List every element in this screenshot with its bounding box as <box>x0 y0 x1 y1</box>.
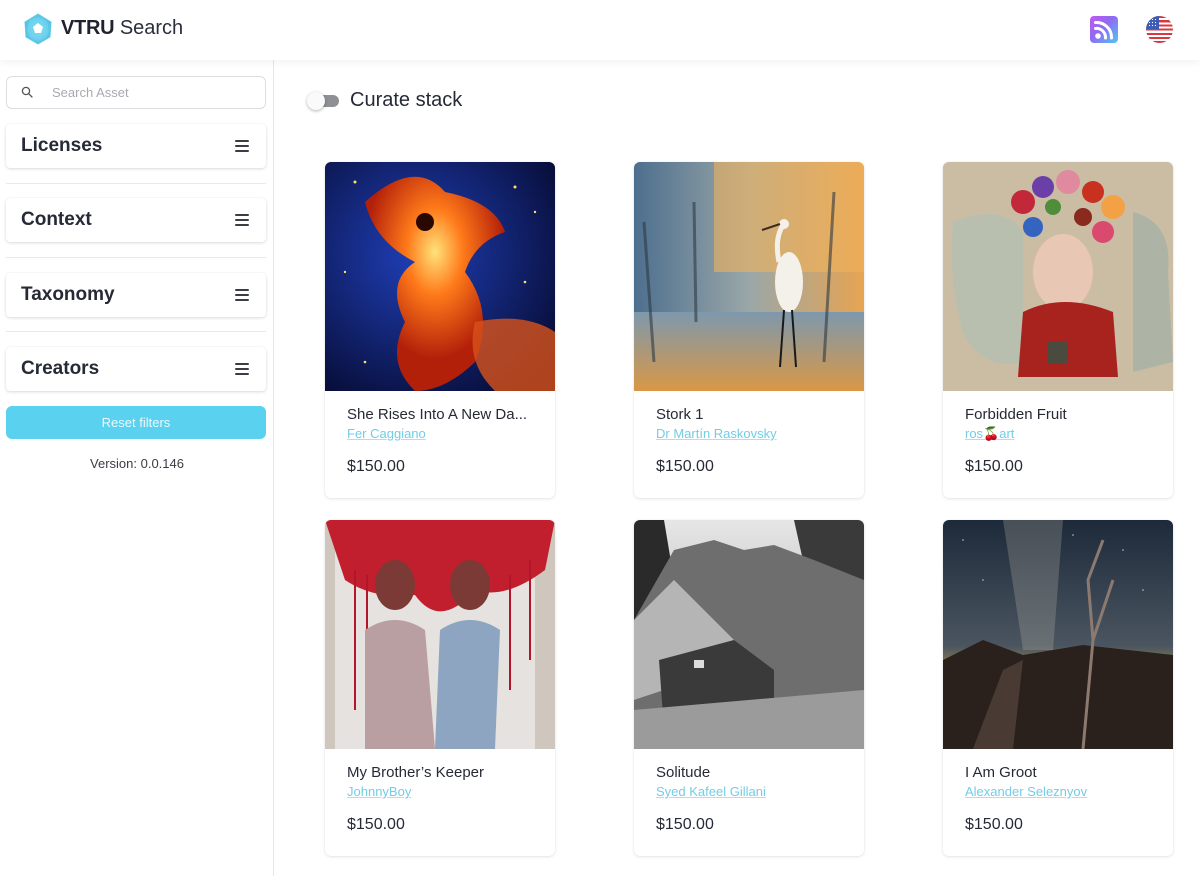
asset-title[interactable]: I Am Groot <box>965 764 1155 781</box>
filter-label: Creators <box>21 358 100 379</box>
creator-link[interactable]: Fer Caggiano <box>347 426 426 441</box>
divider <box>6 331 266 332</box>
app-header: VTRU Search <box>0 0 1200 60</box>
asset-price: $150.00 <box>347 458 405 475</box>
search-icon <box>21 86 33 98</box>
asset-card[interactable]: Forbidden Fruit ros🍒art $150.00 <box>943 162 1173 498</box>
asset-price: $150.00 <box>965 458 1023 475</box>
brand-name: VTRU <box>61 17 115 39</box>
asset-title[interactable]: My Brother’s Keeper <box>347 764 537 781</box>
filter-label: Licenses <box>21 135 103 156</box>
asset-card[interactable]: She Rises Into A New Da... Fer Caggiano … <box>325 162 555 498</box>
menu-icon[interactable] <box>235 289 249 301</box>
search-box[interactable] <box>6 76 266 109</box>
asset-card[interactable]: Stork 1 Dr Martín Raskovsky $150.00 <box>634 162 864 498</box>
curate-stack-label: Curate stack <box>350 89 463 111</box>
creator-link[interactable]: Dr Martín Raskovsky <box>656 426 777 441</box>
search-input[interactable] <box>52 77 257 108</box>
us-flag-icon[interactable] <box>1146 16 1173 43</box>
fiery-figure-artwork[interactable] <box>325 162 555 391</box>
asset-price: $150.00 <box>965 816 1023 833</box>
asset-card[interactable]: My Brother’s Keeper JohnnyBoy $150.00 <box>325 520 555 856</box>
asset-title[interactable]: She Rises Into A New Da... <box>347 406 537 423</box>
asset-title[interactable]: Solitude <box>656 764 846 781</box>
asset-price: $150.00 <box>656 816 714 833</box>
divider <box>6 183 266 184</box>
vtru-logo-icon[interactable] <box>22 13 54 45</box>
stork-painting-artwork[interactable] <box>634 162 864 391</box>
brand-subtitle: Search <box>119 17 184 39</box>
reset-filters-button[interactable]: Reset filters <box>6 406 266 439</box>
creator-link[interactable]: JohnnyBoy <box>347 784 411 799</box>
filter-sidebar: Licenses Context Taxonomy Creators Reset… <box>0 60 274 876</box>
asset-price: $150.00 <box>656 458 714 475</box>
asset-title[interactable]: Forbidden Fruit <box>965 406 1155 423</box>
asset-results: Curate stack She Rises Into A New Da... … <box>275 60 1200 876</box>
asset-title[interactable]: Stork 1 <box>656 406 846 423</box>
filter-label: Taxonomy <box>21 284 115 305</box>
menu-icon[interactable] <box>235 140 249 152</box>
menu-icon[interactable] <box>235 214 249 226</box>
app-title[interactable]: VTRU Search <box>61 16 183 40</box>
divider <box>6 257 266 258</box>
version-label: Version: 0.0.146 <box>90 456 184 471</box>
creator-link[interactable]: Alexander Seleznyov <box>965 784 1087 799</box>
filter-taxonomy[interactable]: Taxonomy <box>6 273 266 317</box>
menu-icon[interactable] <box>235 363 249 375</box>
asset-price: $150.00 <box>347 816 405 833</box>
rss-feed-icon[interactable] <box>1090 16 1118 43</box>
asset-card[interactable]: Solitude Syed Kafeel Gillani $150.00 <box>634 520 864 856</box>
asset-card[interactable]: I Am Groot Alexander Seleznyov $150.00 <box>943 520 1173 856</box>
red-drip-portrait-artwork[interactable] <box>325 520 555 749</box>
creator-link[interactable]: ros🍒art <box>965 426 1014 442</box>
monochrome-hut-photo[interactable] <box>634 520 864 749</box>
filter-creators[interactable]: Creators <box>6 347 266 391</box>
floral-portrait-artwork[interactable] <box>943 162 1173 391</box>
flag-canton <box>1146 16 1159 29</box>
curate-stack-toggle[interactable] <box>305 92 341 110</box>
milky-way-tree-photo[interactable] <box>943 520 1173 749</box>
creator-link[interactable]: Syed Kafeel Gillani <box>656 784 766 799</box>
filter-context[interactable]: Context <box>6 198 266 242</box>
filter-licenses[interactable]: Licenses <box>6 124 266 168</box>
toggle-thumb <box>307 92 325 110</box>
filter-label: Context <box>21 209 92 230</box>
